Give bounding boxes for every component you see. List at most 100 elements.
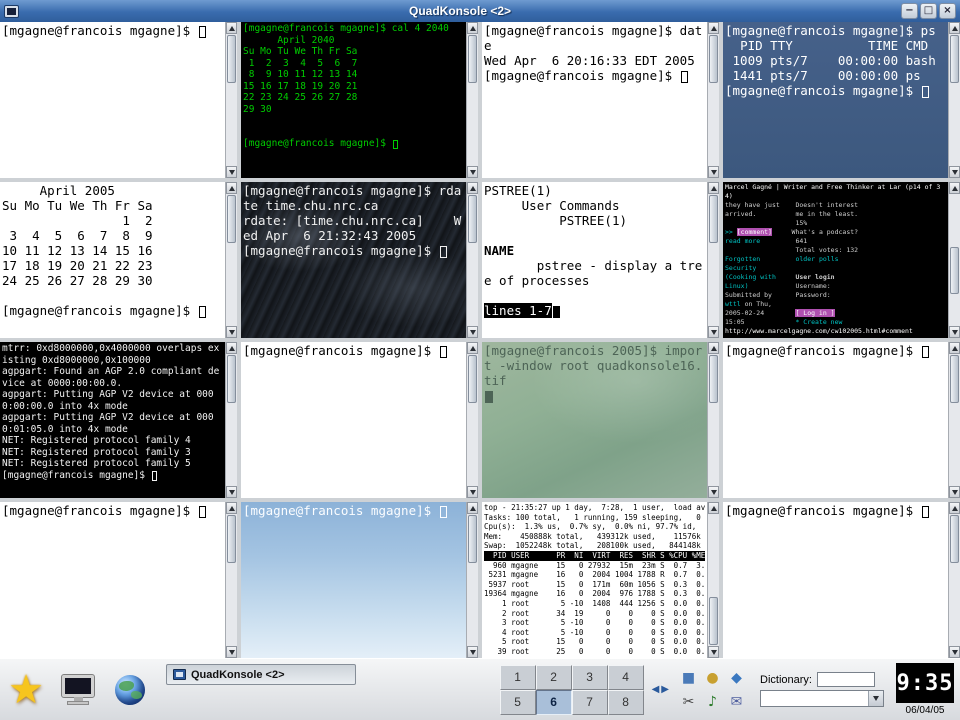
scroll-down-button[interactable] — [708, 646, 719, 658]
scroll-track[interactable] — [226, 354, 237, 486]
pane-scrollbar[interactable] — [948, 182, 960, 338]
pager-desktop-7[interactable]: 7 — [572, 690, 608, 715]
scroll-thumb[interactable] — [950, 515, 959, 563]
terminal-9-screen[interactable]: mtrr: 0xd8000000,0x4000000 overlaps exis… — [0, 342, 225, 498]
scroll-up-button[interactable] — [949, 342, 960, 354]
scroll-down-button[interactable] — [226, 166, 237, 178]
scroll-thumb[interactable] — [950, 35, 959, 83]
scroll-thumb[interactable] — [227, 35, 236, 83]
scroll-track[interactable] — [467, 514, 478, 646]
terminal-1-screen[interactable]: [mgagne@francois mgagne]$ — [0, 22, 225, 178]
taskbar-window-button[interactable]: QuadKonsole <2> — [166, 664, 356, 685]
scroll-up-button[interactable] — [949, 22, 960, 34]
scroll-track[interactable] — [708, 34, 719, 166]
terminal-6-screen[interactable]: [mgagne@francois mgagne]$ rdate time.chu… — [241, 182, 466, 338]
scroll-up-button[interactable] — [467, 502, 478, 514]
scroll-up-button[interactable] — [226, 342, 237, 354]
terminal-4-screen[interactable]: [mgagne@francois mgagne]$ ps PID TTY TIM… — [723, 22, 948, 178]
terminal-15-screen[interactable]: top - 21:35:27 up 1 day, 7:28, 1 user, l… — [482, 502, 707, 658]
scroll-thumb[interactable] — [950, 247, 959, 295]
pane-scrollbar[interactable] — [466, 182, 478, 338]
pane-scrollbar[interactable] — [948, 22, 960, 178]
scroll-up-button[interactable] — [949, 182, 960, 194]
scroll-track[interactable] — [708, 354, 719, 486]
scroll-down-button[interactable] — [226, 326, 237, 338]
pane-scrollbar[interactable] — [707, 22, 719, 178]
pane-scrollbar[interactable] — [948, 502, 960, 658]
scroll-thumb[interactable] — [227, 195, 236, 243]
scroll-track[interactable] — [949, 514, 960, 646]
scroll-thumb[interactable] — [709, 35, 718, 83]
scroll-down-button[interactable] — [949, 326, 960, 338]
terminal-16-screen[interactable]: [mgagne@francois mgagne]$ — [723, 502, 948, 658]
terminal-8-screen[interactable]: Marcel Gagné | Writer and Free Thinker a… — [723, 182, 948, 338]
pane-scrollbar[interactable] — [707, 342, 719, 498]
scroll-up-button[interactable] — [708, 502, 719, 514]
pane-scrollbar[interactable] — [225, 182, 237, 338]
scroll-down-button[interactable] — [949, 646, 960, 658]
tray-klipper-icon[interactable]: ✂ — [677, 690, 700, 713]
terminal-11-screen[interactable]: [mgagne@francois 2005]$ import -window r… — [482, 342, 707, 498]
scroll-down-button[interactable] — [949, 486, 960, 498]
scroll-down-button[interactable] — [467, 166, 478, 178]
pane-scrollbar[interactable] — [466, 342, 478, 498]
scroll-up-button[interactable] — [708, 22, 719, 34]
pane-scrollbar[interactable] — [707, 502, 719, 658]
scroll-track[interactable] — [949, 34, 960, 166]
scroll-up-button[interactable] — [226, 182, 237, 194]
pager-desktop-2[interactable]: 2 — [536, 665, 572, 690]
scroll-up-button[interactable] — [467, 342, 478, 354]
scroll-up-button[interactable] — [949, 502, 960, 514]
tray-mail-icon[interactable]: ✉ — [725, 690, 748, 713]
scroll-up-button[interactable] — [708, 182, 719, 194]
scroll-down-button[interactable] — [949, 166, 960, 178]
terminal-14-screen[interactable]: [mgagne@francois mgagne]$ — [241, 502, 466, 658]
scroll-track[interactable] — [708, 514, 719, 646]
pane-scrollbar[interactable] — [948, 342, 960, 498]
pane-scrollbar[interactable] — [225, 502, 237, 658]
terminal-13-screen[interactable]: [mgagne@francois mgagne]$ — [0, 502, 225, 658]
scroll-track[interactable] — [708, 194, 719, 326]
browser-launcher-button[interactable] — [108, 664, 152, 716]
scroll-up-button[interactable] — [226, 502, 237, 514]
pager-desktop-4[interactable]: 4 — [608, 665, 644, 690]
scroll-track[interactable] — [226, 34, 237, 166]
pane-scrollbar[interactable] — [707, 182, 719, 338]
scroll-down-button[interactable] — [226, 486, 237, 498]
terminal-2-screen[interactable]: [mgagne@francois mgagne]$ cal 4 2040 Apr… — [241, 22, 466, 178]
dictionary-input[interactable] — [817, 672, 875, 687]
scroll-thumb[interactable] — [227, 355, 236, 403]
pane-scrollbar[interactable] — [225, 342, 237, 498]
pager-desktop-6[interactable]: 6 — [536, 690, 572, 715]
scroll-thumb[interactable] — [227, 515, 236, 563]
arrow-left-icon[interactable]: ◀ — [652, 684, 660, 695]
scroll-thumb[interactable] — [709, 355, 718, 403]
scroll-up-button[interactable] — [226, 22, 237, 34]
window-titlebar[interactable]: QuadKonsole <2> − □ × — [0, 0, 960, 22]
pane-scrollbar[interactable] — [466, 502, 478, 658]
pager-desktop-5[interactable]: 5 — [500, 690, 536, 715]
scroll-track[interactable] — [949, 354, 960, 486]
maximize-button[interactable]: □ — [920, 3, 937, 19]
tray-volume-icon[interactable]: ♪ — [701, 690, 724, 713]
scroll-thumb[interactable] — [709, 195, 718, 243]
terminal-3-screen[interactable]: [mgagne@francois mgagne]$ dateWed Apr 6 … — [482, 22, 707, 178]
pager-desktop-8[interactable]: 8 — [608, 690, 644, 715]
scroll-track[interactable] — [226, 514, 237, 646]
scroll-thumb[interactable] — [468, 195, 477, 243]
kmenu-button[interactable]: ★ — [4, 664, 48, 716]
terminal-12-screen[interactable]: [mgagne@francois mgagne]$ — [723, 342, 948, 498]
tray-monitor-icon[interactable]: ■ — [677, 666, 700, 689]
scroll-down-button[interactable] — [226, 646, 237, 658]
scroll-down-button[interactable] — [708, 326, 719, 338]
scroll-up-button[interactable] — [708, 342, 719, 354]
scroll-down-button[interactable] — [708, 166, 719, 178]
pane-scrollbar[interactable] — [466, 22, 478, 178]
minimize-button[interactable]: − — [901, 3, 918, 19]
clock-applet[interactable]: 9:35 06/04/05 — [896, 663, 954, 716]
scroll-thumb[interactable] — [950, 355, 959, 403]
scroll-track[interactable] — [949, 194, 960, 326]
close-button[interactable]: × — [939, 3, 956, 19]
scroll-track[interactable] — [467, 194, 478, 326]
terminal-7-screen[interactable]: PSTREE(1) User Commands PSTREE(1) NAME p… — [482, 182, 707, 338]
